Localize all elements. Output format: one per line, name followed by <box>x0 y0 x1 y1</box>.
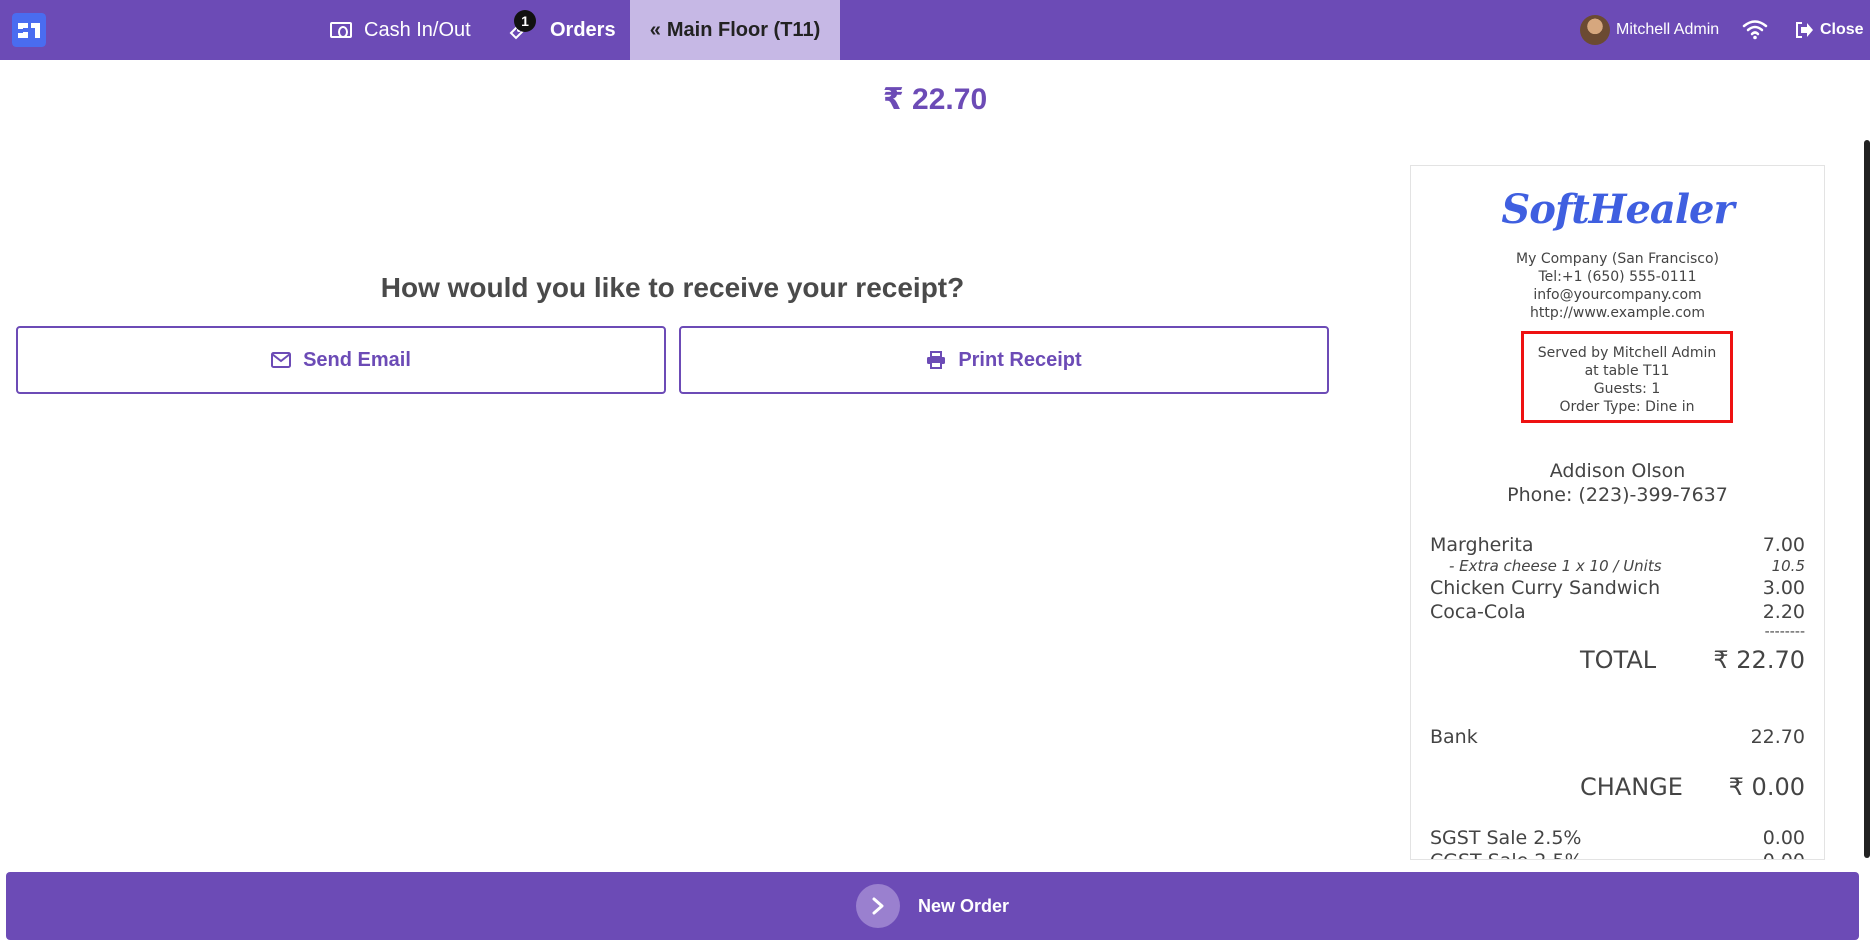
top-navbar: Cash In/Out Orders 1 « Main Floor (T11) … <box>0 0 1870 60</box>
tax-name: SGST Sale 2.5% <box>1430 827 1582 849</box>
cash-icon <box>330 22 352 38</box>
wifi-icon <box>1742 20 1768 40</box>
receipt-preview: SoftHealer My Company (San Francisco) Te… <box>1410 165 1825 860</box>
company-name: My Company (San Francisco) <box>1516 251 1719 267</box>
guest-count: Guests: 1 <box>1593 381 1661 397</box>
order-line-name: Chicken Curry Sandwich <box>1430 577 1661 599</box>
payment-amount: 22.70 <box>1750 726 1805 748</box>
chevron-right-icon <box>855 884 900 928</box>
company-phone: Tel:+1 (650) 555-0111 <box>1538 269 1697 285</box>
close-button[interactable]: Close <box>1794 0 1864 60</box>
app-logo-icon[interactable] <box>12 13 46 47</box>
user-name: Mitchell Admin <box>1616 21 1720 38</box>
receipt-total: TOTAL ₹ 22.70 <box>1430 646 1805 678</box>
tax-line: SGST Sale 2.5% 0.00 <box>1430 827 1805 850</box>
order-line-amount: 3.00 <box>1762 577 1805 599</box>
tax-amount: 0.00 <box>1763 850 1805 859</box>
orders-count-badge: 1 <box>514 10 536 32</box>
cash-in-out-button[interactable]: Cash In/Out <box>330 0 471 60</box>
envelope-icon <box>271 352 292 368</box>
customer-info: Addison Olson Phone: (223)-399-7637 <box>1411 459 1824 507</box>
payment-method: Bank <box>1430 726 1478 748</box>
company-website: http://www.example.com <box>1529 305 1705 321</box>
order-line: Margherita 7.00 <box>1430 533 1805 557</box>
send-email-label: Send Email <box>303 348 411 371</box>
tax-name: CGST Sale 2.5% <box>1430 850 1583 859</box>
receipt-question: How would you like to receive your recei… <box>380 272 965 303</box>
change-value: ₹ 0.00 <box>1728 773 1805 801</box>
order-lines: Margherita 7.00 - Extra cheese 1 x 10 / … <box>1430 533 1805 640</box>
payment-line: Bank 22.70 <box>1430 726 1805 748</box>
change-label: CHANGE <box>1580 773 1683 801</box>
sign-out-icon <box>1796 22 1813 38</box>
order-line-amount: 10.5 <box>1771 557 1805 575</box>
order-line-name: Margherita <box>1430 534 1534 556</box>
new-order-label: New Order <box>917 895 1010 916</box>
company-email: info@yourcompany.com <box>1533 287 1702 303</box>
user-menu[interactable]: Mitchell Admin <box>1580 0 1719 60</box>
company-info: My Company (San Francisco) Tel:+1 (650) … <box>1411 250 1824 322</box>
tax-lines: SGST Sale 2.5% 0.00 CGST Sale 2.5% 0.00 <box>1430 827 1805 859</box>
served-by: Served by Mitchell Admin <box>1537 345 1717 361</box>
table-number: at table T11 <box>1584 363 1670 379</box>
receipt-change: CHANGE ₹ 0.00 <box>1430 773 1805 805</box>
avatar <box>1580 15 1610 45</box>
order-line-modifier: - Extra cheese 1 x 10 / Units 10.5 <box>1430 557 1805 576</box>
customer-phone: Phone: (223)-399-7637 <box>1507 484 1728 506</box>
company-logo: SoftHealer <box>1501 186 1734 233</box>
close-label: Close <box>1820 21 1864 38</box>
orders-label: Orders <box>550 18 616 41</box>
tax-amount: 0.00 <box>1762 827 1805 849</box>
served-info-highlight: Served by Mitchell Admin at table T11 Gu… <box>1521 331 1733 423</box>
print-receipt-label: Print Receipt <box>958 348 1082 371</box>
order-type: Order Type: Dine in <box>1559 399 1695 415</box>
order-line-name: - Extra cheese 1 x 10 / Units <box>1449 557 1662 575</box>
total-label: TOTAL <box>1580 646 1657 674</box>
receipt-scrollbar[interactable] <box>1864 140 1870 858</box>
cash-in-out-label: Cash In/Out <box>364 18 471 41</box>
print-receipt-button[interactable]: Print Receipt <box>679 326 1329 394</box>
double-chevron-left-icon: « <box>649 18 661 41</box>
printer-icon <box>927 351 946 369</box>
floor-label: Main Floor (T11) <box>666 18 821 41</box>
order-line: Coca-Cola 2.20 <box>1430 600 1805 624</box>
send-email-button[interactable]: Send Email <box>16 326 666 394</box>
total-separator: -------- <box>1764 624 1805 640</box>
order-line-name: Coca-Cola <box>1430 601 1526 623</box>
floor-back-button[interactable]: « Main Floor (T11) <box>630 0 840 60</box>
payment-total-amount: ₹ 22.70 <box>882 83 988 116</box>
order-line-amount: 7.00 <box>1762 534 1805 556</box>
total-value: ₹ 22.70 <box>1713 646 1805 674</box>
new-order-button[interactable]: New Order <box>6 872 1859 940</box>
customer-name: Addison Olson <box>1549 460 1686 482</box>
order-line: Chicken Curry Sandwich 3.00 <box>1430 576 1805 600</box>
order-line-amount: 2.20 <box>1762 601 1805 623</box>
tax-line: CGST Sale 2.5% 0.00 <box>1430 850 1805 859</box>
